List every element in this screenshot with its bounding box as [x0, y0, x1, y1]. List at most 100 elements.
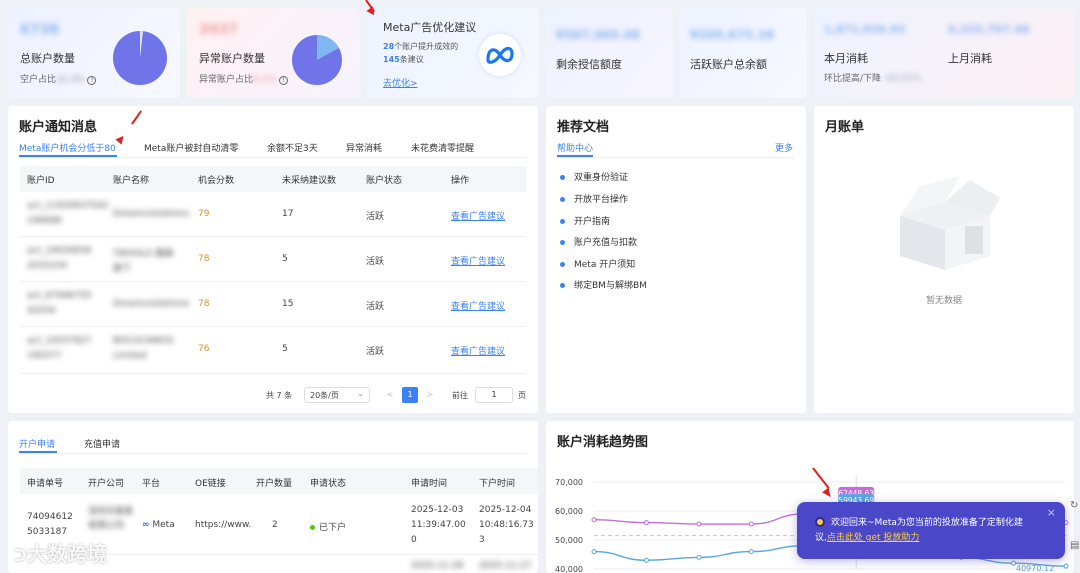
tab-help-center[interactable]: 帮助中心	[557, 141, 593, 154]
watermark: ᑐ大数跨境	[14, 538, 107, 567]
monthly-title: 月账单	[825, 120, 865, 135]
goto-label: 前往	[452, 391, 468, 400]
row-application-id: 74094612	[27, 512, 73, 522]
data-point[interactable]	[1063, 563, 1069, 569]
balance-label: 活跃账户总余额	[690, 58, 767, 71]
data-point[interactable]	[591, 549, 597, 555]
col-action: 操作	[451, 176, 470, 186]
row-status: 活跃	[366, 257, 385, 267]
col-account-count: 开户数量	[256, 479, 293, 489]
view-suggestion-link[interactable]: 查看广告建议	[451, 299, 505, 312]
data-point[interactable]	[591, 517, 597, 523]
row-done-time-3: 3	[479, 535, 485, 545]
tab-low-balance[interactable]: 余额不足3天	[267, 141, 318, 154]
row-account-id-2: 190377	[27, 351, 62, 361]
total-accounts-label: 总账户数量	[20, 52, 75, 65]
watermark-text: 大数跨境	[27, 542, 108, 566]
tab-low-score[interactable]: Meta账户机会分低于80	[19, 141, 116, 154]
col-platform: 平台	[142, 479, 161, 489]
data-point[interactable]	[643, 520, 649, 526]
tabs-divider	[557, 157, 795, 158]
tab-abnormal-spend[interactable]: 异常消耗	[346, 141, 382, 154]
doc-item[interactable]: 开户指南	[560, 214, 610, 227]
row-account-id: act_11929937542	[27, 201, 109, 211]
meta-icon: ∞	[142, 520, 150, 530]
meta-optimize-line1: 28个账户提升成效的	[383, 41, 458, 52]
row-apply-time-3: 0	[411, 535, 417, 545]
abnormal-ratio-label: 异常账户占比8.1% !	[199, 72, 288, 85]
empty-ratio-label: 空户占比12.3% !	[20, 72, 97, 85]
doc-item[interactable]: Meta 开户须知	[560, 257, 635, 270]
toast-text-line2: 议,	[815, 533, 827, 543]
col-account-name: 账户名称	[113, 176, 150, 186]
info-icon[interactable]: !	[87, 76, 97, 85]
side-refresh-icon[interactable]: ↻	[1070, 500, 1078, 511]
row-done-time-2: 10:48:16.73	[479, 520, 534, 530]
spend-ratio: 环比提高/下降 -69.95%	[824, 71, 922, 84]
row-application-id-2: 5033187	[27, 527, 68, 537]
row-score: 78	[198, 254, 210, 264]
row-account-name: BOCUCANIOS	[113, 336, 174, 346]
row-account-name: Dreamvisitations	[113, 299, 190, 309]
toast-text-line1: 欢迎回来~Meta为您当前的投放准备了定制化建	[831, 518, 1023, 528]
row-status: 活跃	[366, 347, 385, 357]
row-account-id: act_10037827	[27, 336, 92, 346]
close-icon[interactable]: ×	[1047, 506, 1056, 519]
tabs-divider	[19, 453, 527, 454]
abnormal-ratio-value: 8.1%	[253, 75, 276, 85]
y-tick-label: 40,000	[555, 565, 583, 573]
page-size-select[interactable]: 20条/页 ⌄	[304, 387, 370, 403]
data-point[interactable]	[643, 557, 649, 563]
meta-optimize-line2: 145条建议	[383, 54, 424, 65]
row-divider	[20, 326, 526, 327]
toast-text: 欢迎回来~Meta为您当前的投放准备了定制化建 议,点击此处 get 投放助力	[815, 516, 1057, 546]
doc-item[interactable]: 账户充值与扣款	[560, 235, 637, 248]
side-doc-icon[interactable]: ▤	[1070, 540, 1079, 551]
page-unit-label: 页	[518, 391, 526, 400]
doc-item[interactable]: 双重身份验证	[560, 170, 628, 183]
stat-card-meta-optimize: Meta广告优化建议 28个账户提升成效的 145条建议 去优化>	[367, 8, 539, 98]
credit-value: ¥587,969.08	[556, 28, 641, 42]
row-status-text: 已下户	[319, 523, 347, 533]
next-page-button[interactable]: >	[422, 387, 438, 403]
prev-page-button[interactable]: <	[382, 387, 398, 403]
docs-title: 推荐文档	[557, 120, 610, 135]
view-suggestion-link[interactable]: 查看广告建议	[451, 209, 505, 222]
stat-card-credit: ¥587,969.08 剩余授信额度	[546, 8, 673, 98]
view-suggestion-link[interactable]: 查看广告建议	[451, 254, 505, 267]
doc-item[interactable]: 开放平台操作	[560, 192, 628, 205]
tab-unspent-cleared[interactable]: 未花费清零提醒	[411, 141, 474, 154]
row-score: 76	[198, 344, 210, 354]
goto-page-input[interactable]: 1	[475, 387, 513, 403]
doc-item[interactable]: 绑定BM与解绑BM	[560, 278, 647, 291]
row-account-id: act_67946755	[27, 291, 92, 301]
stat-card-total-accounts: 6738 总账户数量 空户占比12.3% !	[8, 8, 180, 98]
data-point[interactable]	[1011, 560, 1017, 566]
row-oe-link[interactable]: https://www.	[195, 520, 251, 530]
col-oe-link: OE链接	[195, 479, 226, 489]
tab-open-account[interactable]: 开户申请	[19, 437, 55, 450]
more-docs-link[interactable]: 更多	[775, 141, 793, 154]
data-point[interactable]	[748, 521, 754, 527]
row-account-id-2: 196688	[27, 216, 62, 226]
row-score: 78	[198, 299, 210, 309]
partial-row-date-2: 2025-11-27	[479, 561, 532, 571]
tab-banned-cleared[interactable]: Meta账户被封自动清零	[144, 141, 238, 154]
info-icon[interactable]: !	[278, 76, 288, 85]
y-tick-label: 70,000	[555, 478, 583, 487]
credit-label: 剩余授信额度	[556, 58, 622, 71]
toast-help-link[interactable]: 点击此处 get 投放助力	[827, 533, 920, 543]
data-point[interactable]	[696, 521, 702, 527]
data-point[interactable]	[748, 549, 754, 555]
data-point[interactable]	[696, 554, 702, 560]
row-account-name: TIKHOLO 服装	[113, 249, 174, 259]
stat-card-abnormal-accounts: 3937 异常账户数量 异常账户占比8.1% !	[187, 8, 360, 98]
chevron-down-icon: ⌄	[357, 389, 364, 398]
monthly-bill-card: 月账单 暂无数据	[814, 106, 1074, 413]
col-score: 机会分数	[198, 176, 235, 186]
current-page-button[interactable]: 1	[402, 387, 418, 403]
tab-recharge[interactable]: 充值申请	[84, 437, 120, 450]
pagination-total: 共 7 条	[266, 391, 293, 400]
view-suggestion-link[interactable]: 查看广告建议	[451, 344, 505, 357]
go-optimize-link[interactable]: 去优化>	[383, 76, 418, 89]
